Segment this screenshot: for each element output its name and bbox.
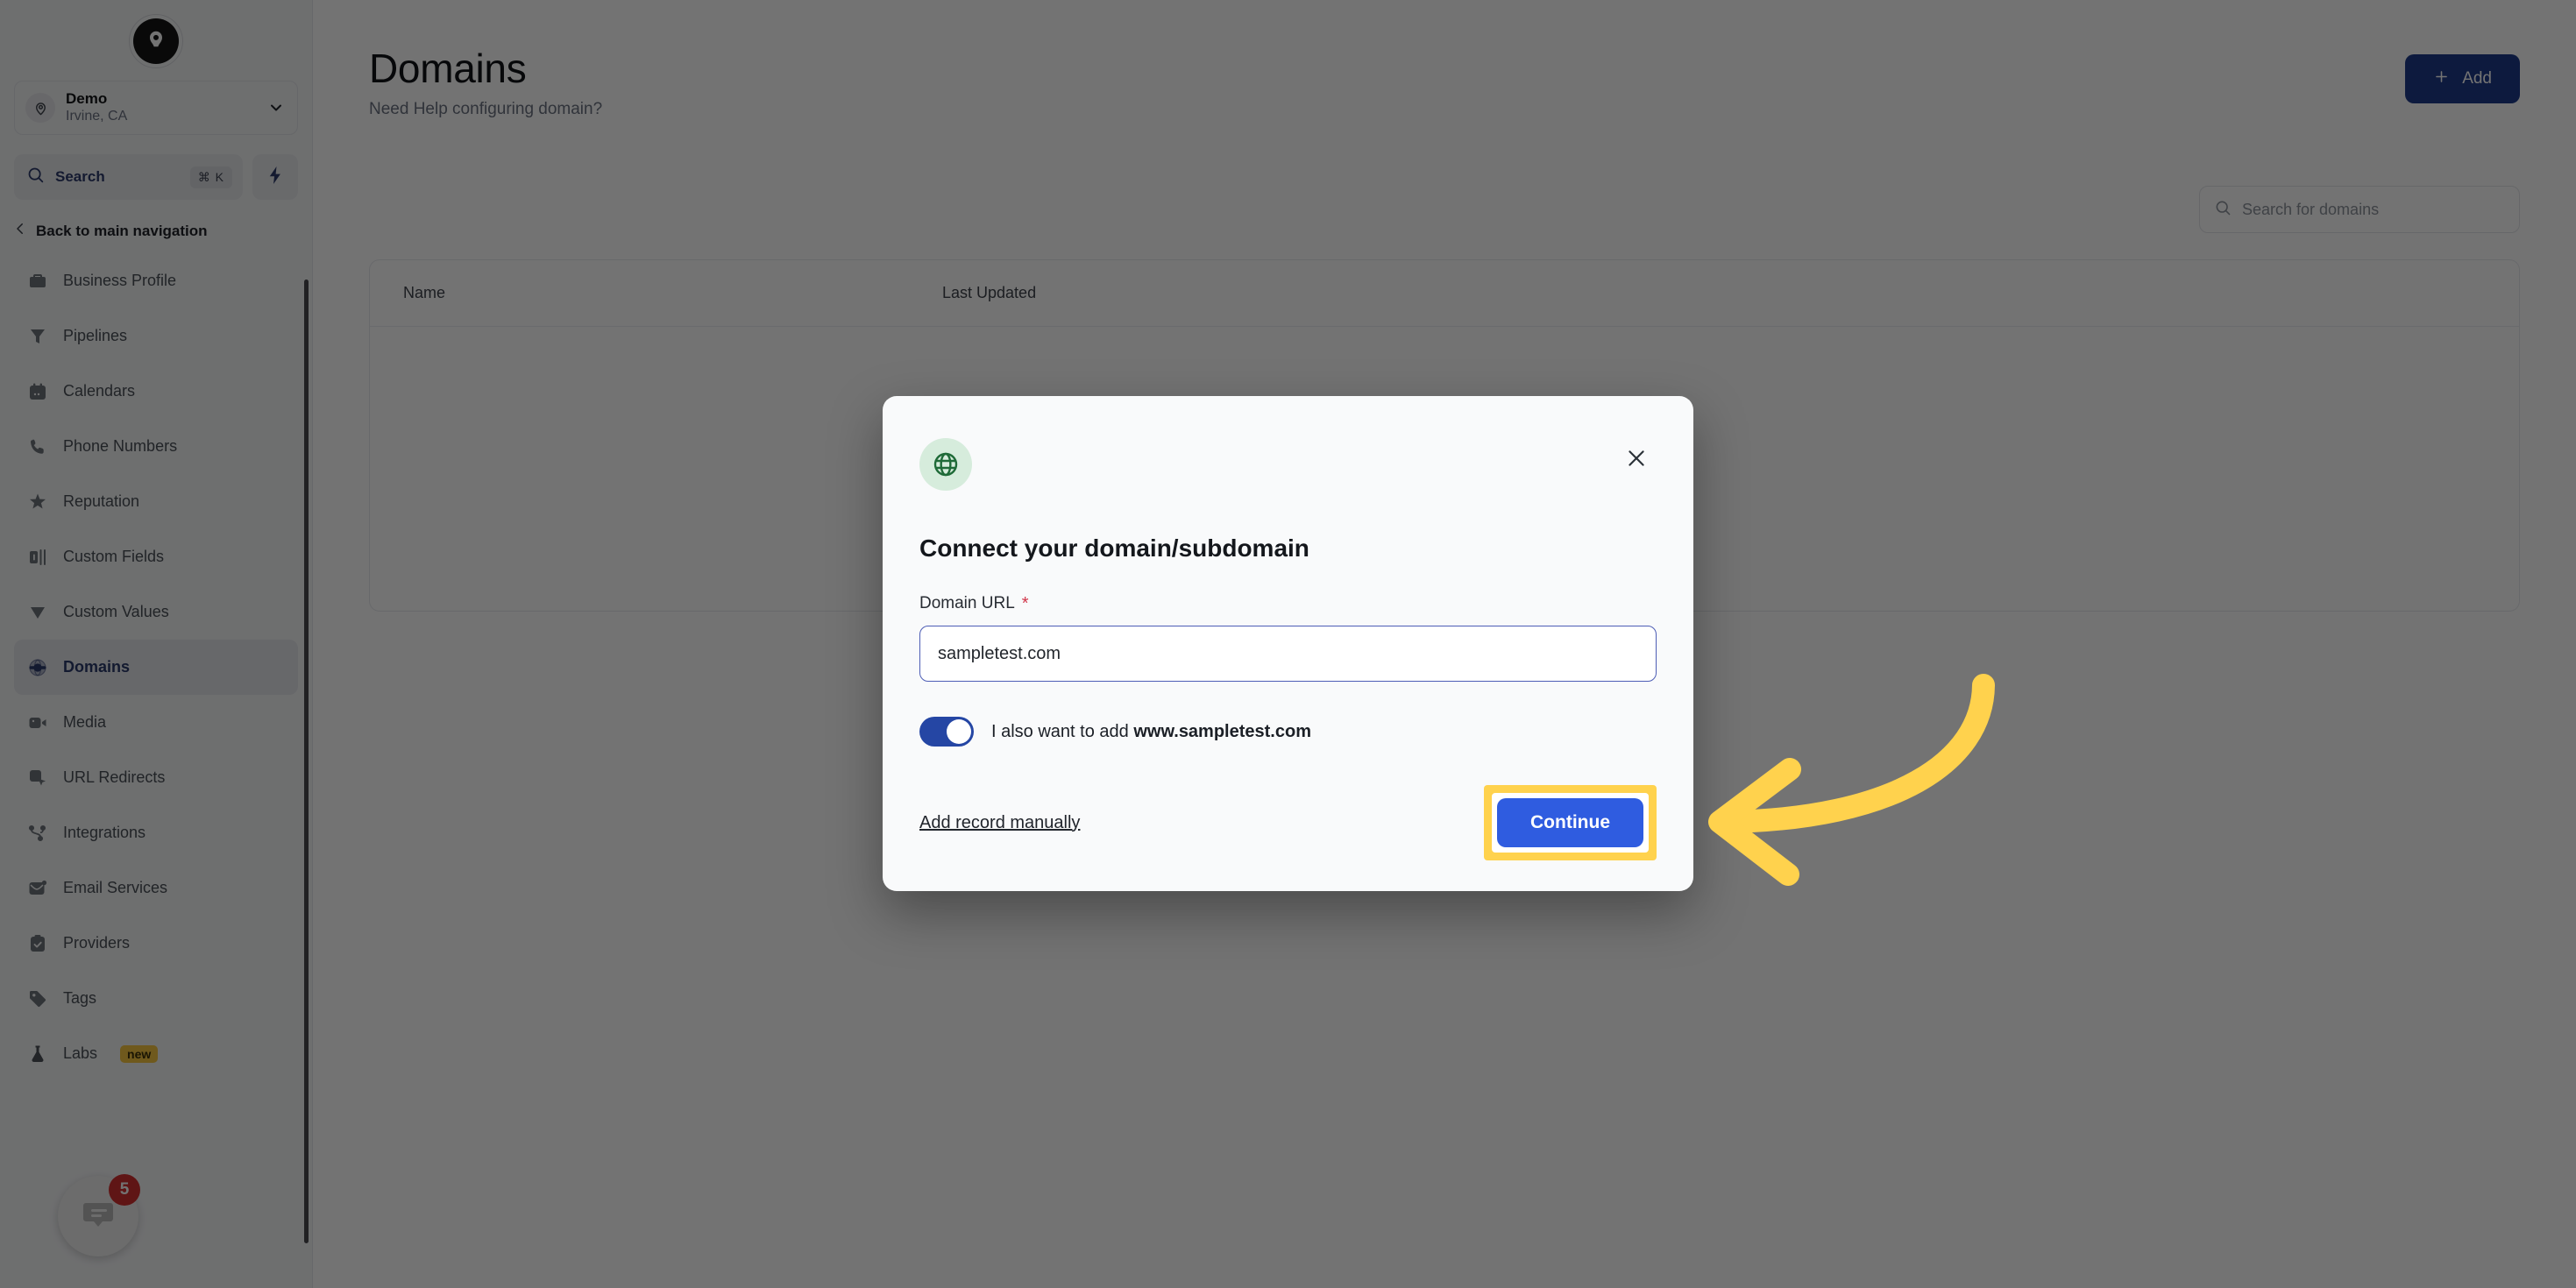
add-www-label-domain: www.sampletest.com [1133, 721, 1311, 741]
screen: Demo Irvine, CA Search [0, 0, 2576, 1288]
continue-highlight-ring: Continue [1484, 785, 1657, 860]
add-www-label: I also want to add www.sampletest.com [991, 722, 1311, 742]
modal-top-bar [919, 438, 1657, 491]
domain-url-label: Domain URL [919, 594, 1015, 612]
modal-footer: Add record manually Continue [919, 785, 1657, 860]
continue-button[interactable]: Continue [1497, 798, 1643, 847]
domain-url-value: sampletest.com [938, 643, 1061, 663]
add-www-toggle-row: I also want to add www.sampletest.com [919, 717, 1657, 747]
close-icon[interactable] [1618, 440, 1655, 477]
required-marker: * [1021, 594, 1029, 613]
add-www-toggle[interactable] [919, 717, 974, 747]
add-www-label-prefix: I also want to add [991, 721, 1134, 741]
add-record-manually-link[interactable]: Add record manually [919, 813, 1080, 833]
domain-url-label-row: Domain URL * [919, 594, 1657, 613]
modal-title: Connect your domain/subdomain [919, 534, 1309, 562]
toggle-knob [947, 719, 971, 744]
globe-icon [919, 438, 972, 491]
domain-url-input[interactable]: sampletest.com [919, 626, 1657, 682]
connect-domain-modal: Connect your domain/subdomain Domain URL… [883, 396, 1693, 891]
continue-inner-ring: Continue [1492, 793, 1649, 853]
